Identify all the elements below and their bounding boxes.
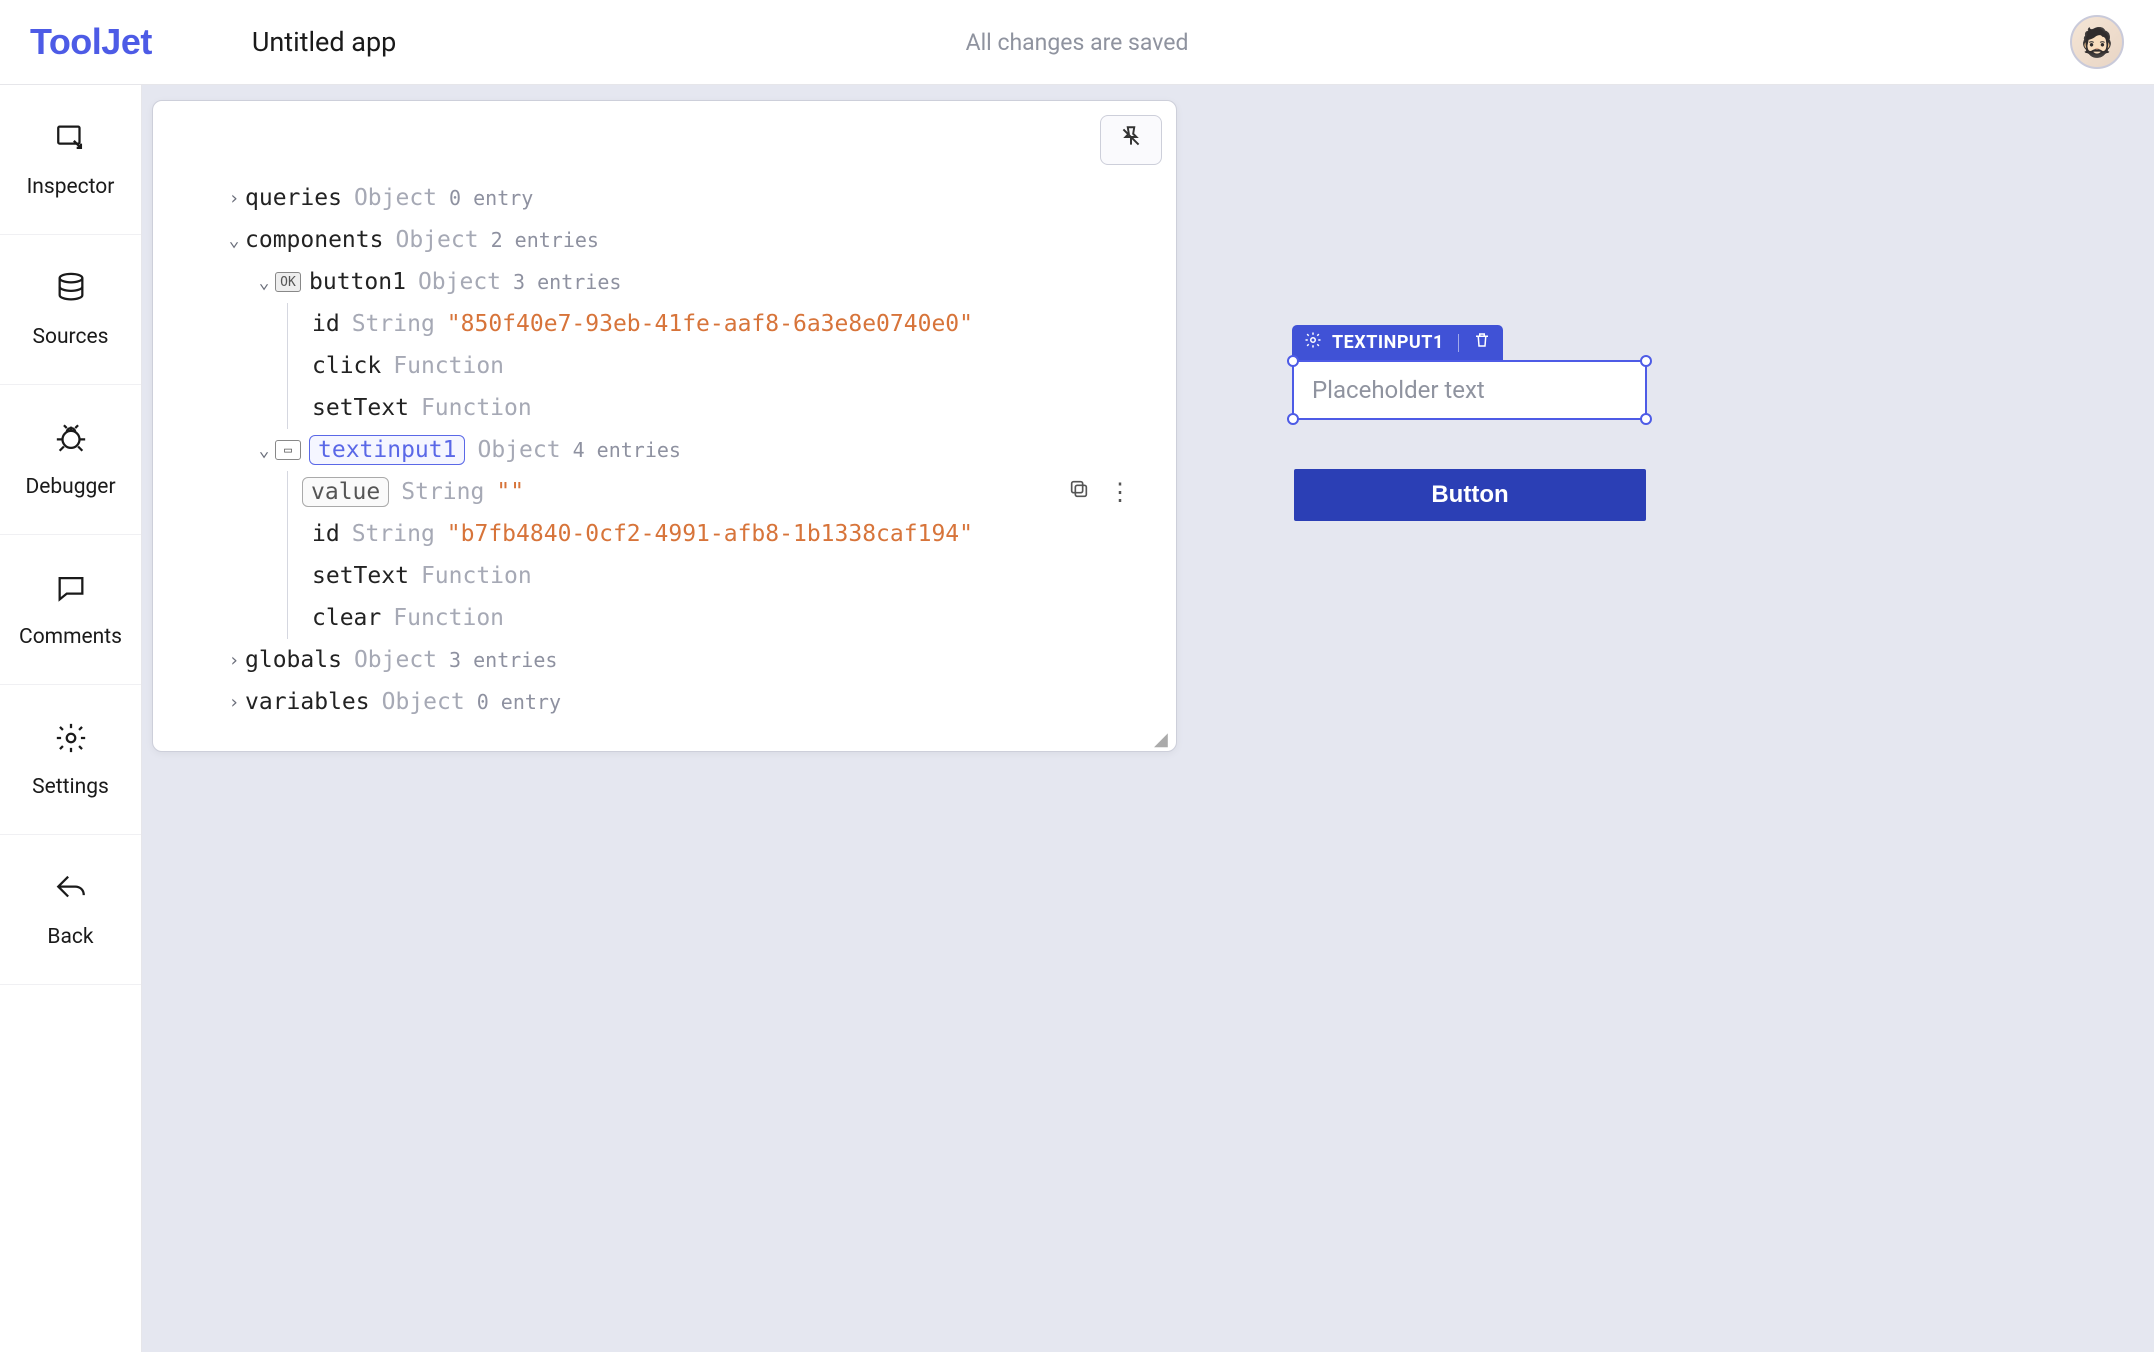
more-icon[interactable]: ⋮	[1108, 478, 1132, 506]
trash-icon[interactable]	[1473, 331, 1491, 354]
tree-row-textinput1-id[interactable]: id String "b7fb4840-0cf2-4991-afb8-1b133…	[288, 513, 1152, 555]
sidebar-item-debugger[interactable]: Debugger	[0, 385, 141, 535]
inspector-icon	[54, 121, 88, 163]
selection-handle[interactable]	[1287, 355, 1299, 367]
tree-row-textinput1[interactable]: ⌄ ▭ textinput1 Object 4 entries	[177, 429, 1152, 471]
bug-icon	[54, 421, 88, 463]
selection-handle[interactable]	[1640, 355, 1652, 367]
inspector-panel: › queries Object 0 entry ⌄ components Ob…	[152, 100, 1177, 752]
saved-status: All changes are saved	[966, 29, 1189, 56]
avatar[interactable]: 🧔🏻	[2070, 15, 2124, 69]
database-icon	[54, 271, 88, 313]
header: ToolJet Untitled app All changes are sav…	[0, 0, 2154, 85]
chevron-right-icon[interactable]: ›	[223, 188, 245, 209]
sidebar-item-label: Settings	[32, 775, 109, 799]
canvas-button-component[interactable]: Button	[1294, 469, 1646, 521]
comment-icon	[54, 571, 88, 613]
button-label: Button	[1431, 481, 1508, 508]
tree-row-textinput1-settext[interactable]: setText Function	[288, 555, 1152, 597]
canvas[interactable]: › queries Object 0 entry ⌄ components Ob…	[142, 85, 2154, 1352]
app-title[interactable]: Untitled app	[252, 26, 396, 58]
selection-handle[interactable]	[1287, 413, 1299, 425]
chevron-down-icon[interactable]: ⌄	[253, 272, 275, 293]
gear-icon[interactable]	[1304, 331, 1322, 354]
sidebar-item-label: Back	[47, 925, 93, 949]
sidebar-item-label: Debugger	[25, 475, 115, 499]
textinput-component-icon: ▭	[275, 440, 301, 460]
sidebar-item-sources[interactable]: Sources	[0, 235, 141, 385]
tree-row-textinput1-value[interactable]: value String "" ⋮	[288, 471, 1152, 513]
textinput-field[interactable]: Placeholder text	[1292, 360, 1647, 420]
tree-row-button1-id[interactable]: id String "850f40e7-93eb-41fe-aaf8-6a3e8…	[288, 303, 1152, 345]
tree-row-button1-settext[interactable]: setText Function	[288, 387, 1152, 429]
sidebar-item-label: Inspector	[27, 175, 115, 199]
tree-row-queries[interactable]: › queries Object 0 entry	[177, 177, 1152, 219]
pin-off-icon	[1118, 124, 1144, 156]
tree-row-textinput1-clear[interactable]: clear Function	[288, 597, 1152, 639]
sidebar: Inspector Sources Debugger Comments Sett…	[0, 85, 142, 1352]
tree-row-globals[interactable]: › globals Object 3 entries	[177, 639, 1152, 681]
gear-icon	[54, 721, 88, 763]
chevron-down-icon[interactable]: ⌄	[253, 440, 275, 461]
tree-row-button1-click[interactable]: click Function	[288, 345, 1152, 387]
sidebar-item-back[interactable]: Back	[0, 835, 141, 985]
component-label-text: TEXTINPUT1	[1332, 332, 1444, 353]
chevron-down-icon[interactable]: ⌄	[223, 230, 245, 251]
sidebar-item-comments[interactable]: Comments	[0, 535, 141, 685]
pin-button[interactable]	[1100, 115, 1162, 165]
tree-row-variables[interactable]: › variables Object 0 entry	[177, 681, 1152, 723]
chevron-right-icon[interactable]: ›	[223, 692, 245, 713]
tree-row-components[interactable]: ⌄ components Object 2 entries	[177, 219, 1152, 261]
tree-row-button1[interactable]: ⌄ OK button1 Object 3 entries	[177, 261, 1152, 303]
copy-icon[interactable]	[1068, 478, 1090, 506]
sidebar-item-settings[interactable]: Settings	[0, 685, 141, 835]
sidebar-item-label: Sources	[33, 325, 109, 349]
button-component-icon: OK	[275, 272, 301, 292]
sidebar-item-label: Comments	[19, 625, 122, 649]
placeholder-text: Placeholder text	[1312, 376, 1485, 404]
chevron-right-icon[interactable]: ›	[223, 650, 245, 671]
logo[interactable]: ToolJet	[30, 21, 152, 63]
sidebar-item-inspector[interactable]: Inspector	[0, 85, 141, 235]
selection-handle[interactable]	[1640, 413, 1652, 425]
inspector-tree: › queries Object 0 entry ⌄ components Ob…	[177, 177, 1152, 723]
component-label[interactable]: TEXTINPUT1	[1292, 325, 1503, 360]
back-icon	[54, 871, 88, 913]
canvas-textinput-component[interactable]: TEXTINPUT1 Placeholder text	[1292, 325, 1647, 420]
resize-handle[interactable]: ◢	[1154, 729, 1170, 745]
